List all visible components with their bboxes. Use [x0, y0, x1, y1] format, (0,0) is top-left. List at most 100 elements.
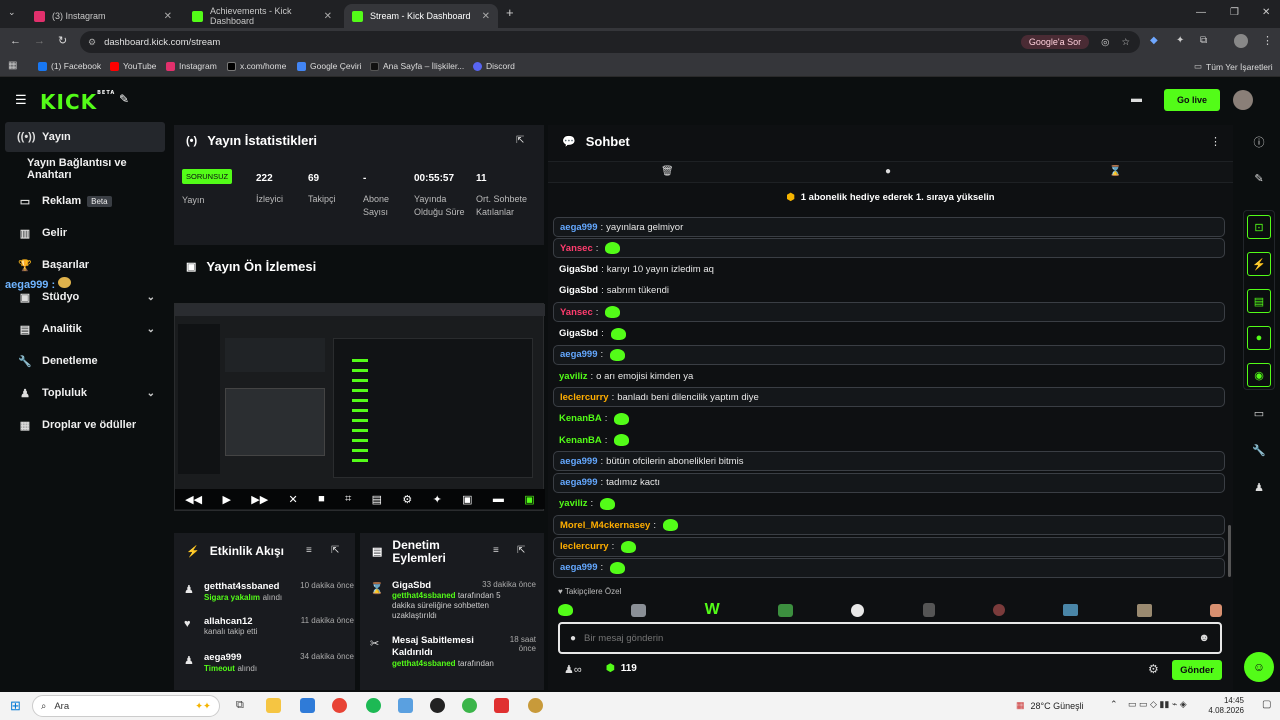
info-icon[interactable]: ⓘ: [1247, 130, 1271, 154]
weather-widget[interactable]: ▦ 28°C Güneşli: [1016, 700, 1084, 711]
sparkle-icon[interactable]: ✦: [433, 493, 442, 506]
emote-w[interactable]: W: [705, 601, 720, 619]
sidebar-item-reklam[interactable]: ▭ Reklam Beta: [5, 186, 165, 216]
chat-username[interactable]: KenanBA: [559, 435, 602, 446]
tray-chevron-icon[interactable]: ⌃: [1110, 699, 1118, 710]
scan-icon[interactable]: ⊡: [1247, 215, 1271, 239]
emote-red[interactable]: [992, 604, 1005, 616]
car-icon[interactable]: ▬: [493, 493, 504, 505]
bookmark-google-translate[interactable]: Google Çeviri: [297, 61, 362, 71]
stream-preview-video[interactable]: ◀◀ ▶ ▶▶ ✕ ■ ⌗ ▤ ⚙ ✦ ▣ ▬ ▣: [174, 303, 545, 511]
fullscreen-icon[interactable]: ▣: [524, 493, 534, 506]
chat-bubble-icon[interactable]: ●: [1247, 326, 1271, 350]
menu-icon[interactable]: ⋮: [1262, 34, 1273, 47]
fast-forward-icon[interactable]: ▶▶: [251, 493, 268, 506]
stream-manager-icon[interactable]: ▬: [1131, 93, 1142, 105]
send-button[interactable]: Gönder: [1172, 660, 1222, 680]
chat-username[interactable]: yaviliz: [559, 371, 588, 382]
chat-username[interactable]: Morel_M4ckernasey: [560, 520, 650, 531]
minimize-icon[interactable]: —: [1196, 7, 1206, 18]
trash-icon[interactable]: 🗑: [661, 166, 674, 177]
eye-off-icon[interactable]: ◎: [1101, 37, 1109, 48]
chat-username[interactable]: leclercurry: [560, 541, 609, 552]
apps-icon[interactable]: ▦: [8, 60, 17, 71]
chat-username[interactable]: GigaSbd: [559, 328, 598, 339]
moderation-actor[interactable]: getthat4ssbaned: [392, 591, 456, 600]
chat-username[interactable]: aega999: [560, 222, 598, 233]
emote-cat[interactable]: [631, 603, 647, 617]
sidebar-item-gelir[interactable]: ▥ Gelir: [5, 218, 165, 248]
help-chat-button[interactable]: ☺: [1244, 652, 1274, 682]
sidebar-item-analitik[interactable]: ▤ Analitik ⌄: [5, 314, 165, 344]
chat-bubble-icon[interactable]: ●: [885, 166, 891, 177]
settings-app-icon[interactable]: [398, 698, 413, 713]
pin-icon[interactable]: ✎: [119, 92, 129, 106]
hourglass-icon[interactable]: ⌛: [1109, 166, 1121, 177]
sidebar-item-denetleme[interactable]: 🔧 Denetleme: [5, 346, 165, 376]
all-bookmarks[interactable]: ▭ Tüm Yer İşaretleri: [1194, 61, 1273, 72]
app-gold-icon[interactable]: [528, 698, 543, 713]
new-tab-icon[interactable]: +: [506, 5, 514, 20]
star-icon[interactable]: ☆: [1121, 37, 1130, 48]
play-icon[interactable]: ▶: [222, 493, 230, 506]
emote-pepe[interactable]: [558, 604, 573, 616]
extensions-icon[interactable]: ⧉: [1200, 35, 1207, 46]
chat-username[interactable]: aega999: [560, 349, 598, 360]
chat-username[interactable]: aega999: [560, 477, 598, 488]
tab-achievements[interactable]: Achievements - Kick Dashboard ✕: [184, 4, 340, 28]
emote-face[interactable]: [851, 603, 865, 617]
chat-username[interactable]: aega999: [560, 562, 598, 573]
settings-icon[interactable]: ⚙: [402, 493, 412, 506]
forward-icon[interactable]: →: [34, 35, 45, 47]
close-icon[interactable]: ✕: [164, 11, 172, 22]
url-field[interactable]: ⚙ dashboard.kick.com/stream Google'a Sor…: [80, 31, 1140, 53]
tab-stream[interactable]: Stream - Kick Dashboard ✕: [344, 4, 498, 28]
popout-icon[interactable]: ⇱: [517, 545, 525, 556]
chat-username[interactable]: Yansec: [560, 243, 593, 254]
emote-frog[interactable]: [778, 603, 794, 617]
tab-search-icon[interactable]: ⌄: [8, 7, 16, 18]
filter-icon[interactable]: ≡: [493, 545, 499, 556]
extension-icon-2[interactable]: ✦: [1176, 35, 1184, 46]
profile-avatar[interactable]: [1234, 34, 1248, 48]
tray-icons[interactable]: ▭ ▭ ◇ ▮▮ ⌁ ◈: [1128, 699, 1187, 710]
gift-sub-banner[interactable]: ⬢ 1 abonelik hediye ederek 1. sıraya yüks…: [548, 187, 1233, 207]
camera-icon[interactable]: ■: [318, 493, 325, 505]
chat-username[interactable]: leclercurry: [560, 392, 609, 403]
emote-blue[interactable]: [1063, 604, 1079, 616]
clip-icon[interactable]: ▤: [372, 493, 382, 506]
popout-icon[interactable]: ⇱: [331, 545, 339, 556]
windows-start-icon[interactable]: ⊞: [10, 698, 21, 714]
bookmark-ana-sayfa[interactable]: Ana Sayfa – İlişkiler...: [370, 61, 464, 71]
emote-photo[interactable]: [1136, 603, 1152, 617]
close-icon[interactable]: ✕: [482, 11, 490, 22]
broadcast-icon[interactable]: ◉: [1247, 363, 1271, 387]
taskbar-search[interactable]: ⌕ Ara ✦✦: [32, 695, 220, 717]
lightning-icon[interactable]: ⚡: [1247, 252, 1271, 276]
chat-username[interactable]: KenanBA: [559, 413, 602, 424]
sidebar-item-droplar[interactable]: ▦ Droplar ve ödüller: [5, 410, 165, 440]
google-ask-button[interactable]: Google'a Sor: [1020, 35, 1090, 49]
mute-icon[interactable]: ✕: [289, 493, 298, 506]
notification-icon[interactable]: ▢: [1262, 699, 1271, 710]
reload-icon[interactable]: ↻: [58, 34, 67, 47]
close-icon[interactable]: ✕: [324, 11, 332, 22]
rewind-icon[interactable]: ◀◀: [185, 493, 202, 506]
bookmark-discord[interactable]: Discord: [473, 61, 515, 71]
file-explorer-icon[interactable]: [266, 698, 281, 713]
window-close-icon[interactable]: ✕: [1262, 7, 1270, 18]
emote-hand[interactable]: [1209, 603, 1222, 617]
settings-icon[interactable]: ⚙: [1148, 662, 1159, 676]
clock[interactable]: 14:45 4.08.2026: [1204, 696, 1244, 716]
emoji-icon[interactable]: ☻: [1198, 632, 1210, 644]
layout-icon[interactable]: ▣: [462, 493, 472, 506]
sidebar-item-topluluk[interactable]: ♟ Topluluk ⌄: [5, 378, 165, 408]
sidebar-item-yayin[interactable]: ((•)) Yayın: [5, 122, 165, 152]
chat-input-box[interactable]: ● ☻: [558, 622, 1222, 654]
user-avatar[interactable]: [1233, 90, 1253, 110]
obs-icon[interactable]: [430, 698, 445, 713]
document-icon[interactable]: ▤: [1247, 289, 1271, 313]
wrench-icon[interactable]: 🔧: [1247, 438, 1271, 462]
emote-man[interactable]: [922, 603, 935, 617]
chat-username[interactable]: GigaSbd: [559, 264, 598, 275]
